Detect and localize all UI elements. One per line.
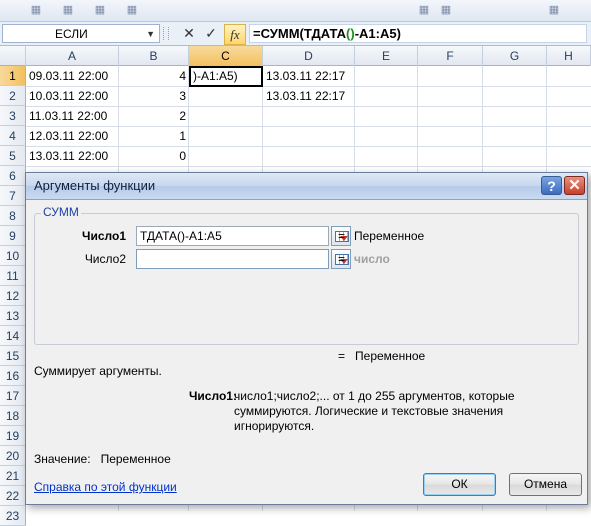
row-header[interactable]: 10	[0, 246, 26, 266]
row-header[interactable]: 4	[0, 126, 26, 146]
ribbon-icon[interactable]: ▦	[62, 4, 74, 16]
argument-description-text: число1;число2;... от 1 до 255 аргументов…	[234, 389, 515, 433]
help-button[interactable]: ?	[541, 176, 562, 195]
arg2-input[interactable]	[136, 249, 329, 269]
function-arguments-dialog: Аргументы функции ? ✕ СУММ Число1 ТДАТА(…	[25, 172, 588, 505]
help-link[interactable]: Справка по этой функции	[34, 480, 177, 494]
row-header[interactable]: 21	[0, 466, 26, 486]
cell-a5[interactable]: 13.03.11 22:00	[26, 146, 119, 166]
value-text: Переменное	[100, 452, 171, 466]
insert-function-icon[interactable]: fx	[224, 24, 246, 45]
row-header[interactable]: 11	[0, 266, 26, 286]
select-all-corner[interactable]	[0, 46, 26, 66]
formula-input[interactable]: =СУММ(ТДАТА()-A1:A5)	[249, 24, 587, 43]
cell-d2[interactable]: 13.03.11 22:17	[263, 86, 355, 106]
column-header-h[interactable]: H	[547, 46, 591, 66]
cancel-button[interactable]: Отмена	[509, 473, 582, 496]
close-button[interactable]: ✕	[564, 176, 585, 195]
arg2-result: число	[354, 252, 390, 266]
function-name-label: СУММ	[41, 205, 81, 219]
cell-d1[interactable]: 13.03.11 22:17	[263, 66, 355, 86]
row-header[interactable]: 1	[0, 66, 26, 86]
value-line: Значение: Переменное	[34, 452, 171, 466]
cell-b1[interactable]: 4	[119, 66, 189, 86]
arg2-equals: =	[338, 252, 346, 266]
result-equals: =	[338, 349, 346, 363]
ok-button[interactable]: ОК	[423, 473, 496, 496]
cancel-entry-icon[interactable]: ✕	[179, 24, 199, 43]
row-header[interactable]: 8	[0, 206, 26, 226]
row-header[interactable]: 9	[0, 226, 26, 246]
row-header[interactable]: 18	[0, 406, 26, 426]
row-header[interactable]: 2	[0, 86, 26, 106]
ribbon-icon[interactable]: ▦	[548, 4, 560, 16]
function-description: Суммирует аргументы.	[34, 364, 162, 378]
row-header[interactable]: 5	[0, 146, 26, 166]
cell-a1[interactable]: 09.03.11 22:00	[26, 66, 119, 86]
column-header-f[interactable]: F	[418, 46, 483, 66]
argument-description-name: Число1:	[189, 389, 237, 403]
ribbon-icon[interactable]: ▦	[126, 4, 138, 16]
row-header[interactable]: 13	[0, 306, 26, 326]
formula-result: = Переменное	[338, 349, 425, 363]
column-header-row: A B C D E F G H	[0, 46, 591, 66]
row-header[interactable]: 3	[0, 106, 26, 126]
name-box[interactable]: ЕСЛИ ▼	[2, 24, 160, 43]
ribbon-icon[interactable]: ▦	[30, 4, 42, 16]
confirm-entry-icon[interactable]: ✓	[201, 24, 221, 43]
active-cell-c1[interactable]: )-A1:A5)	[189, 66, 263, 87]
ribbon-strip: ▦ ▦ ▦ ▦ ▦ ▦ ▦	[0, 0, 591, 22]
row-header[interactable]: 15	[0, 346, 26, 366]
formula-suffix: -A1:A5)	[354, 26, 401, 41]
dialog-titlebar[interactable]: Аргументы функции ? ✕	[26, 173, 587, 200]
column-header-e[interactable]: E	[355, 46, 418, 66]
result-value: Переменное	[355, 349, 426, 363]
row-header[interactable]: 20	[0, 446, 26, 466]
column-header-c[interactable]: C	[189, 46, 263, 66]
cell-b2[interactable]: 3	[119, 86, 189, 106]
cell-a3[interactable]: 11.03.11 22:00	[26, 106, 119, 126]
column-header-g[interactable]: G	[483, 46, 547, 66]
dialog-title: Аргументы функции	[34, 178, 156, 193]
arg1-result: Переменное	[354, 229, 425, 243]
row-header[interactable]: 14	[0, 326, 26, 346]
row-header[interactable]: 6	[0, 166, 26, 186]
arg1-equals: =	[338, 229, 346, 243]
formula-bar: ЕСЛИ ▼ ✕ ✓ fx =СУММ(ТДАТА()-A1:A5)	[0, 22, 591, 46]
name-box-value: ЕСЛИ	[55, 27, 88, 41]
row-header[interactable]: 22	[0, 486, 26, 506]
row-header[interactable]: 17	[0, 386, 26, 406]
row-header[interactable]: 16	[0, 366, 26, 386]
ribbon-icon[interactable]: ▦	[418, 4, 430, 16]
cell-b4[interactable]: 1	[119, 126, 189, 146]
cell-a2[interactable]: 10.03.11 22:00	[26, 86, 119, 106]
gridline	[26, 166, 591, 167]
column-header-a[interactable]: A	[26, 46, 119, 66]
cell-b3[interactable]: 2	[119, 106, 189, 126]
arg1-input[interactable]: ТДАТА()-A1:A5	[136, 226, 329, 246]
ribbon-icon[interactable]: ▦	[94, 4, 106, 16]
chevron-down-icon[interactable]: ▼	[146, 25, 155, 43]
cell-b5[interactable]: 0	[119, 146, 189, 166]
formula-prefix: =СУММ(ТДАТА	[253, 26, 347, 41]
row-header[interactable]: 23	[0, 506, 26, 526]
cell-a4[interactable]: 12.03.11 22:00	[26, 126, 119, 146]
row-header[interactable]: 7	[0, 186, 26, 206]
arg2-label: Число2	[84, 252, 126, 266]
value-label: Значение:	[34, 452, 91, 466]
formula-bar-grip[interactable]	[163, 27, 169, 40]
formula-paren: ()	[346, 26, 355, 41]
row-header[interactable]: 12	[0, 286, 26, 306]
column-header-b[interactable]: B	[119, 46, 189, 66]
ribbon-icon[interactable]: ▦	[440, 4, 452, 16]
arg1-label: Число1	[82, 229, 126, 243]
row-header[interactable]: 19	[0, 426, 26, 446]
column-header-d[interactable]: D	[263, 46, 355, 66]
